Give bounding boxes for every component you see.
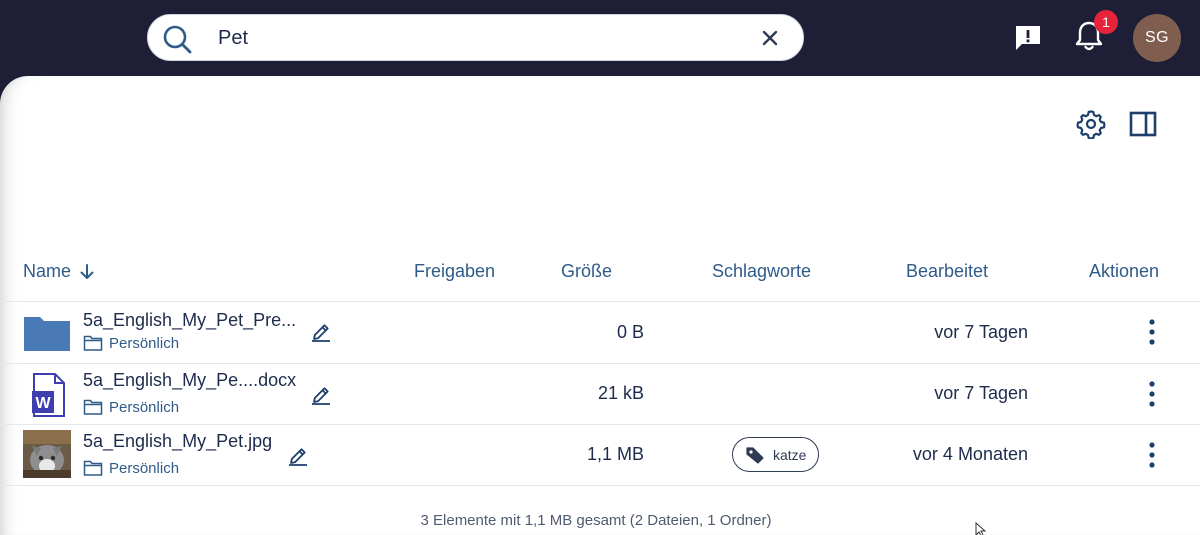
folder-outline-icon bbox=[83, 399, 103, 415]
more-actions-icon[interactable] bbox=[1142, 380, 1162, 408]
file-size: 0 B bbox=[616, 322, 644, 342]
tag-label: katze bbox=[773, 446, 807, 463]
file-size: 1,1 MB bbox=[586, 444, 644, 464]
pencil-icon[interactable] bbox=[287, 445, 309, 467]
folder-icon bbox=[24, 317, 70, 351]
file-name[interactable]: 5a_English_My_Pet_Pre... bbox=[83, 310, 296, 331]
divider bbox=[0, 485, 1200, 486]
pencil-icon[interactable] bbox=[310, 321, 332, 343]
file-location[interactable]: Persönlich bbox=[83, 334, 179, 352]
file-location-label: Persönlich bbox=[109, 459, 180, 477]
file-modified: vor 4 Monaten bbox=[912, 444, 1028, 464]
folder-outline-icon bbox=[83, 460, 103, 476]
column-header-tags[interactable]: Schlagworte bbox=[712, 261, 811, 282]
pencil-icon[interactable] bbox=[310, 384, 332, 406]
file-location[interactable]: Persönlich bbox=[83, 459, 179, 477]
close-icon[interactable] bbox=[758, 26, 782, 50]
table-row[interactable]: 5a_English_My_Pet.jpg Persönlich 1,1 MB … bbox=[0, 425, 1200, 486]
search-icon[interactable] bbox=[162, 24, 192, 54]
file-modified: vor 7 Tagen bbox=[934, 322, 1028, 342]
file-modified: vor 7 Tagen bbox=[934, 383, 1028, 403]
mouse-cursor-icon bbox=[975, 522, 987, 535]
svg-text:W: W bbox=[35, 395, 51, 412]
search-bar[interactable] bbox=[147, 14, 804, 61]
folder-outline-icon bbox=[83, 335, 103, 351]
sidebar-toggle-icon[interactable] bbox=[1128, 109, 1158, 139]
more-actions-icon[interactable] bbox=[1142, 441, 1162, 469]
feedback-icon[interactable] bbox=[1013, 23, 1043, 53]
tag-icon bbox=[746, 446, 764, 464]
image-thumbnail bbox=[23, 430, 71, 478]
notification-badge: 1 bbox=[1094, 10, 1118, 34]
file-name[interactable]: 5a_English_My_Pe....docx bbox=[83, 370, 296, 391]
file-size: 21 kB bbox=[597, 383, 644, 403]
table-row[interactable]: 5a_English_My_Pet_Pre... Persönlich 0 B … bbox=[0, 302, 1200, 363]
avatar[interactable]: SG bbox=[1133, 14, 1181, 62]
column-header-modified[interactable]: Bearbeitet bbox=[906, 261, 988, 282]
table-summary: 3 Elemente mit 1,1 MB gesamt (2 Dateien,… bbox=[420, 512, 772, 529]
gear-icon[interactable] bbox=[1076, 109, 1106, 139]
more-actions-icon[interactable] bbox=[1142, 318, 1162, 346]
file-name[interactable]: 5a_English_My_Pet.jpg bbox=[83, 431, 272, 452]
column-header-shares[interactable]: Freigaben bbox=[414, 261, 495, 282]
column-header-name[interactable]: Name bbox=[23, 261, 95, 282]
arrow-down-icon bbox=[80, 263, 94, 279]
column-header-size[interactable]: Größe bbox=[561, 261, 612, 282]
search-input[interactable] bbox=[218, 25, 738, 52]
file-location-label: Persönlich bbox=[109, 398, 180, 416]
top-bar: 1 SG bbox=[0, 0, 1200, 76]
main-panel: Name Freigaben Größe Schlagworte Bearbei… bbox=[0, 76, 1200, 535]
column-header-actions: Aktionen bbox=[1089, 261, 1160, 281]
file-location[interactable]: Persönlich bbox=[83, 398, 179, 416]
column-header-name-label: Name bbox=[23, 261, 72, 281]
tag-chip[interactable]: katze bbox=[732, 437, 820, 472]
table-row[interactable]: W 5a_English_My_Pe....docx Persönlich 21… bbox=[0, 364, 1200, 425]
file-location-label: Persönlich bbox=[109, 334, 180, 352]
word-document-icon: W bbox=[32, 373, 65, 417]
